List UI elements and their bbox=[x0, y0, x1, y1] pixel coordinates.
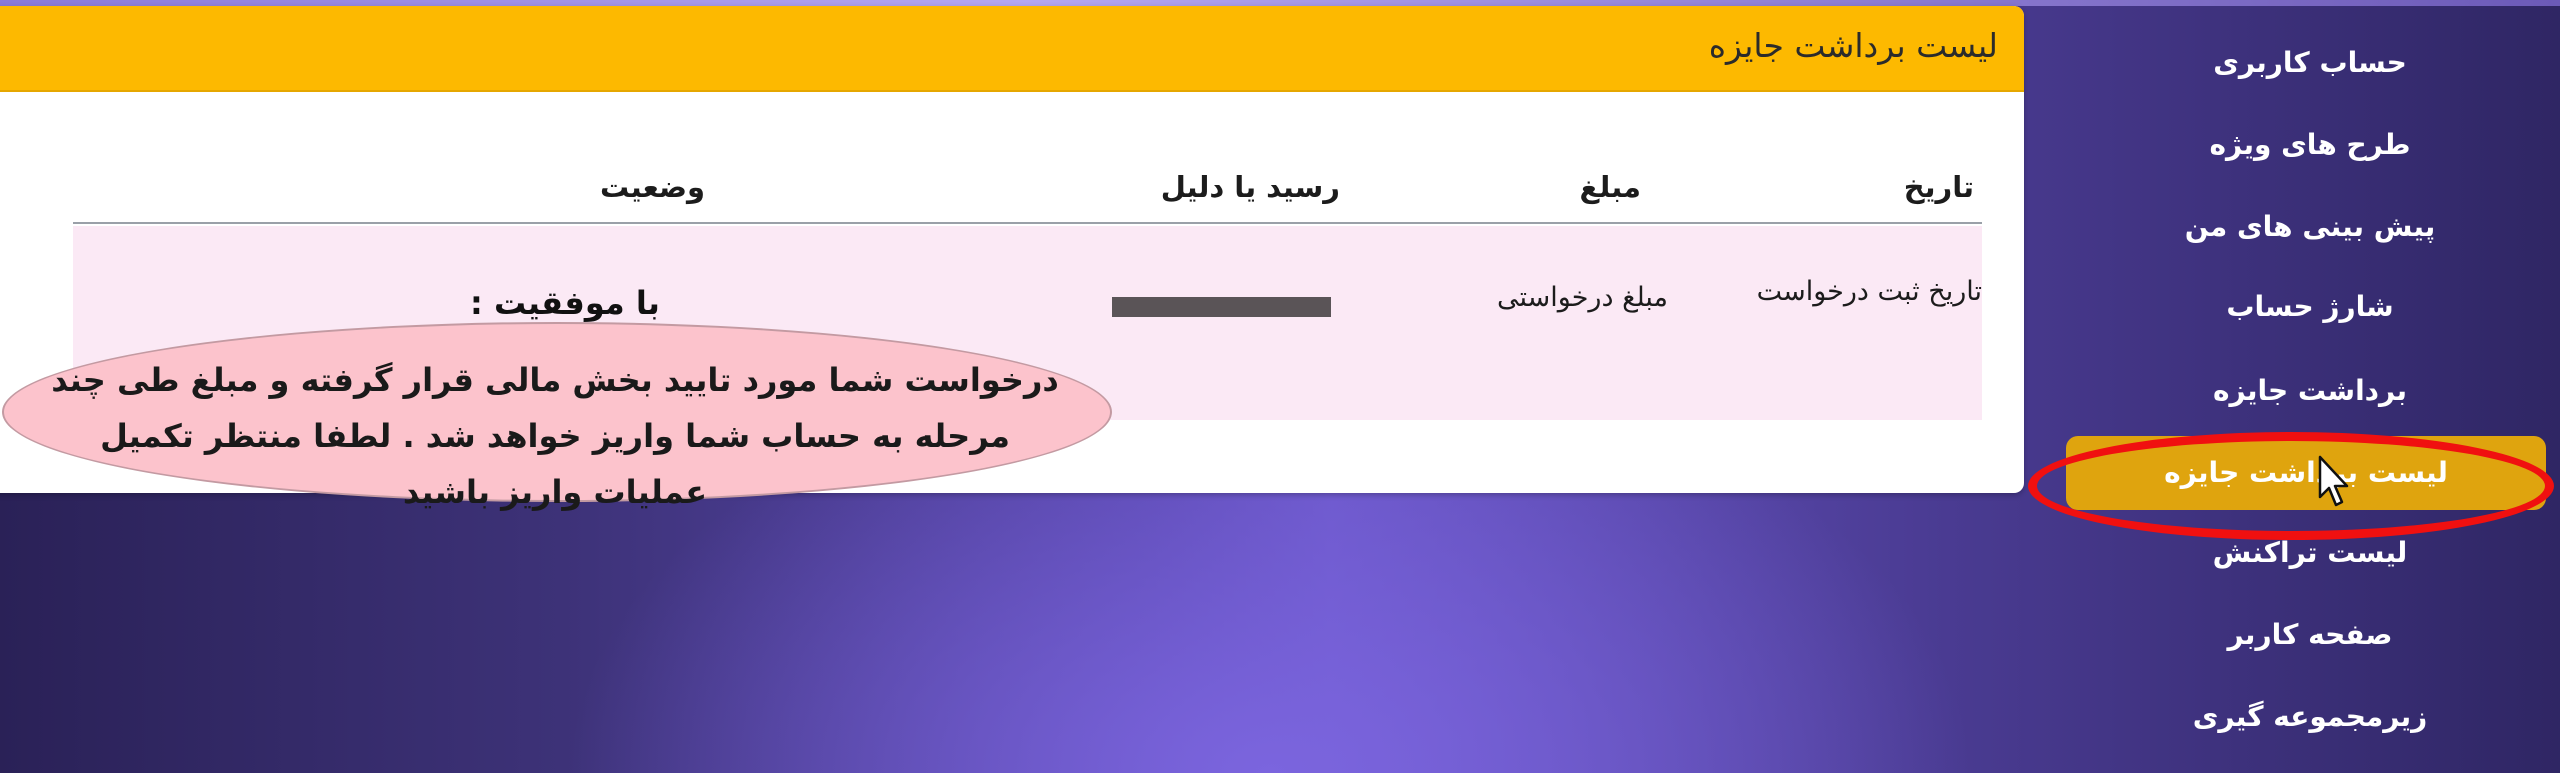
row-amount: مبلغ درخواستی bbox=[1497, 282, 1668, 313]
panel-header: لیست برداشت جایزه bbox=[0, 6, 2024, 92]
sidebar-nav: حساب کاربری طرح های ویژه پیش بینی های من… bbox=[2040, 0, 2560, 773]
highlight-ring bbox=[2028, 432, 2554, 540]
sidebar-item-special-plans[interactable]: طرح های ویژه bbox=[2060, 120, 2560, 170]
sidebar-item-charge-account[interactable]: شارژ حساب bbox=[2060, 282, 2560, 332]
sidebar-item-user-page[interactable]: صفحه کاربر bbox=[2060, 610, 2560, 660]
header-date: تاریخ bbox=[1903, 170, 1974, 204]
redacted-receipt bbox=[1112, 297, 1331, 317]
row-date: تاریخ ثبت درخواست bbox=[1756, 276, 1982, 307]
status-label: با موفقیت : bbox=[470, 284, 660, 322]
panel-title: لیست برداشت جایزه bbox=[1708, 26, 1998, 65]
sidebar-item-withdraw-prize[interactable]: برداشت جایزه bbox=[2060, 366, 2560, 416]
header-status: وضعیت bbox=[600, 170, 705, 204]
mouse-cursor-icon bbox=[2318, 455, 2349, 507]
status-message: درخواست شما مورد تایید بخش مالی قرار گرف… bbox=[51, 361, 1059, 511]
header-amount: مبلغ bbox=[1579, 170, 1641, 204]
table-header: تاریخ مبلغ رسید یا دلیل وضعیت bbox=[73, 160, 1982, 224]
sidebar-item-referrals[interactable]: زیرمجموعه گیری bbox=[2060, 692, 2560, 742]
sidebar-item-account[interactable]: حساب کاربری bbox=[2060, 38, 2560, 88]
header-receipt: رسید یا دلیل bbox=[1160, 170, 1340, 204]
sidebar-item-my-predictions[interactable]: پیش بینی های من bbox=[2060, 202, 2560, 252]
